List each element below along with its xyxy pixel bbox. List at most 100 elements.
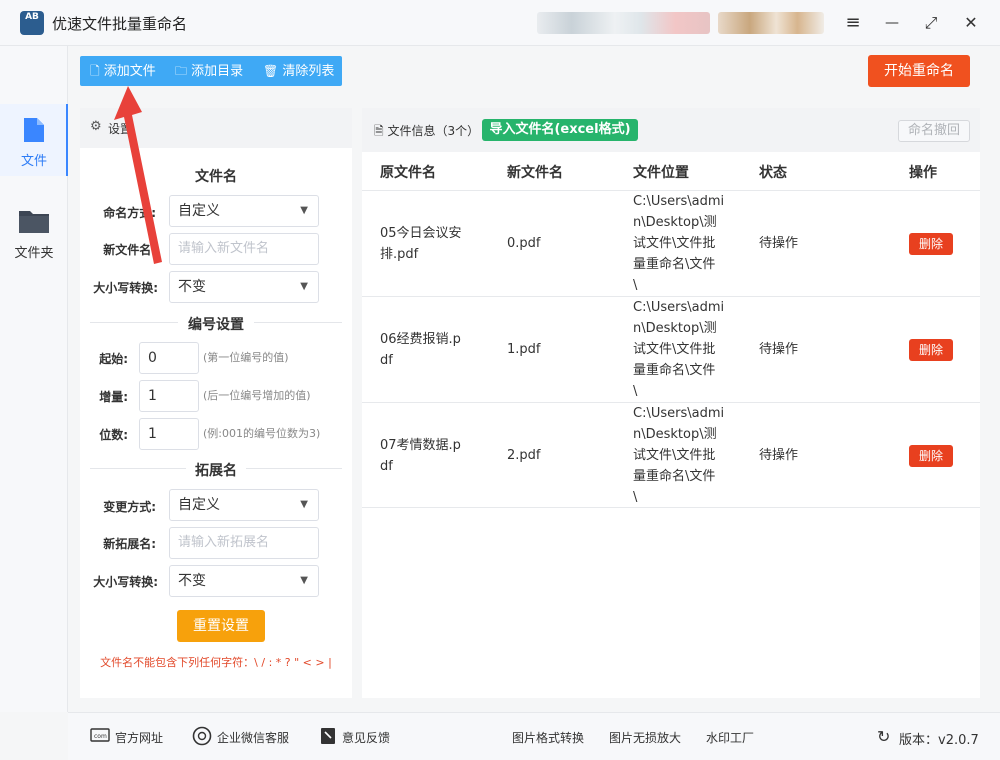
- annotation-arrow-icon: [114, 86, 162, 264]
- ext-case-convert-select[interactable]: 不变 ▼: [169, 565, 319, 597]
- app-title: 优速文件批量重命名: [52, 15, 188, 33]
- import-excel-button[interactable]: 导入文件名(excel格式): [482, 119, 638, 141]
- ext-mode-select[interactable]: 自定义 ▼: [169, 489, 319, 521]
- column-header-status: 状态: [759, 165, 787, 181]
- footer-link-website[interactable]: 官方网址: [115, 729, 163, 746]
- location-line: 量重命名\文件: [633, 363, 716, 378]
- location-line: \: [633, 384, 638, 399]
- digits-hint: (例:001的编号位数为3): [203, 427, 321, 440]
- chevron-down-icon: ▼: [300, 575, 308, 586]
- add-file-label: 添加文件: [103, 64, 156, 79]
- status-cell: 待操作: [759, 448, 799, 463]
- nav-label-file: 文件: [20, 154, 47, 169]
- digits-input[interactable]: 1: [139, 418, 199, 450]
- folder-icon: [19, 211, 49, 233]
- step-hint: (后一位编号增加的值): [203, 389, 311, 402]
- column-header-original: 原文件名: [380, 165, 436, 181]
- digits-label: 位数:: [99, 428, 128, 442]
- original-name-line: 06经费报销.p: [380, 332, 461, 347]
- ext-mode-label: 变更方式:: [103, 500, 156, 514]
- nav-item-folder[interactable]: 文件夹: [0, 196, 68, 268]
- reset-settings-button[interactable]: 重置设置: [177, 610, 265, 642]
- footer-link-image-enlarge[interactable]: 图片无损放大: [609, 729, 681, 746]
- original-name-line: df: [380, 353, 393, 368]
- column-header-location: 文件位置: [633, 165, 689, 181]
- chevron-down-icon: ▼: [300, 499, 308, 510]
- location-cell: C:\Users\admi n\Desktop\测 试文件\文件批 量重命名\文…: [633, 297, 724, 402]
- folder-icon: 🗀: [175, 64, 188, 78]
- undo-rename-button[interactable]: 命名撤回: [898, 120, 970, 142]
- clear-list-button[interactable]: 🗑 清除列表: [263, 56, 334, 86]
- location-line: 量重命名\文件: [633, 469, 716, 484]
- divider: [246, 468, 342, 469]
- ext-case-convert-value: 不变: [178, 573, 206, 589]
- new-name-cell: 1.pdf: [507, 342, 541, 357]
- delete-button[interactable]: 删除: [909, 233, 953, 255]
- delete-button[interactable]: 删除: [909, 445, 953, 467]
- new-filename-input[interactable]: 请输入新文件名: [169, 233, 319, 265]
- blurred-account-info: [537, 12, 710, 34]
- add-directory-button[interactable]: 🗀 添加目录: [175, 56, 243, 86]
- footer-link-image-convert[interactable]: 图片格式转换: [512, 729, 584, 746]
- extension-section-title: 拓展名: [195, 463, 237, 479]
- start-hint: (第一位编号的值): [203, 351, 289, 364]
- footer-link-watermark[interactable]: 水印工厂: [706, 729, 754, 746]
- svg-text:com: com: [94, 733, 107, 740]
- nav-label-folder: 文件夹: [14, 246, 54, 261]
- new-extension-input[interactable]: 请输入新拓展名: [169, 527, 319, 559]
- maximize-button[interactable]: ⤢: [918, 10, 944, 36]
- location-line: 试文件\文件批: [633, 236, 716, 251]
- file-count-label: 文件信息（3个）: [387, 124, 480, 138]
- location-line: C:\Users\admi: [633, 300, 725, 315]
- wechat-icon: [192, 726, 212, 750]
- case-convert-label: 大小写转换:: [93, 281, 158, 295]
- location-line: n\Desktop\测: [633, 427, 717, 442]
- location-cell: C:\Users\admi n\Desktop\测 试文件\文件批 量重命名\文…: [633, 191, 724, 296]
- column-header-action: 操作: [909, 165, 937, 181]
- new-name-cell: 2.pdf: [507, 448, 541, 463]
- step-number-input[interactable]: 1: [139, 380, 199, 412]
- file-list-panel: 🗎 文件信息（3个） 导入文件名(excel格式) 命名撤回 原文件名 新文件名…: [362, 108, 980, 698]
- minimize-button[interactable]: —: [879, 10, 905, 36]
- start-rename-button[interactable]: 开始重命名: [868, 55, 970, 87]
- ext-mode-value: 自定义: [178, 497, 220, 513]
- file-info-title: 🗎 文件信息（3个）: [374, 122, 479, 143]
- original-name-line: 07考情数据.p: [380, 438, 461, 453]
- naming-mode-value: 自定义: [178, 203, 220, 219]
- location-line: \: [633, 278, 638, 293]
- website-icon: com: [90, 727, 110, 747]
- delete-button[interactable]: 删除: [909, 339, 953, 361]
- location-cell: C:\Users\admi n\Desktop\测 试文件\文件批 量重命名\文…: [633, 403, 724, 508]
- footer-link-wechat[interactable]: 企业微信客服: [217, 729, 289, 746]
- blurred-user-avatar[interactable]: [718, 12, 824, 34]
- original-name-line: 05今日会议安: [380, 226, 462, 241]
- filename-warning: 文件名不能包含下列任何字符：\ / : * ? " < > |: [100, 656, 332, 669]
- nav-item-file[interactable]: 文件: [0, 104, 68, 176]
- table-row[interactable]: 07考情数据.p df 2.pdf C:\Users\admi n\Deskto…: [362, 402, 980, 508]
- refresh-icon[interactable]: ↻: [877, 727, 890, 746]
- location-line: 试文件\文件批: [633, 342, 716, 357]
- location-line: 试文件\文件批: [633, 448, 716, 463]
- add-directory-label: 添加目录: [191, 64, 244, 79]
- close-button[interactable]: ✕: [958, 10, 984, 36]
- document-icon: 🗎: [374, 124, 384, 138]
- divider: [254, 322, 342, 323]
- trash-icon: 🗑: [263, 64, 279, 78]
- numbering-section-header: 编号设置: [90, 314, 342, 333]
- version-label: 版本：v2.0.7: [899, 733, 979, 748]
- new-name-cell: 0.pdf: [507, 236, 541, 251]
- clear-list-label: 清除列表: [282, 64, 335, 79]
- column-header-new-name: 新文件名: [507, 165, 563, 181]
- gear-icon: ⚙: [90, 119, 102, 134]
- location-line: n\Desktop\测: [633, 321, 717, 336]
- file-list-header: 🗎 文件信息（3个） 导入文件名(excel格式) 命名撤回: [362, 108, 980, 152]
- table-row[interactable]: 06经费报销.p df 1.pdf C:\Users\admi n\Deskto…: [362, 296, 980, 402]
- original-name-line: 排.pdf: [380, 247, 419, 262]
- footer-link-feedback[interactable]: 意见反馈: [342, 729, 390, 746]
- case-convert-select[interactable]: 不变 ▼: [169, 271, 319, 303]
- menu-icon[interactable]: ≡: [840, 10, 866, 36]
- numbering-section-title: 编号设置: [188, 317, 244, 333]
- start-number-input[interactable]: 0: [139, 342, 199, 374]
- naming-mode-select[interactable]: 自定义 ▼: [169, 195, 319, 227]
- table-row[interactable]: 05今日会议安 排.pdf 0.pdf C:\Users\admi n\Desk…: [362, 190, 980, 296]
